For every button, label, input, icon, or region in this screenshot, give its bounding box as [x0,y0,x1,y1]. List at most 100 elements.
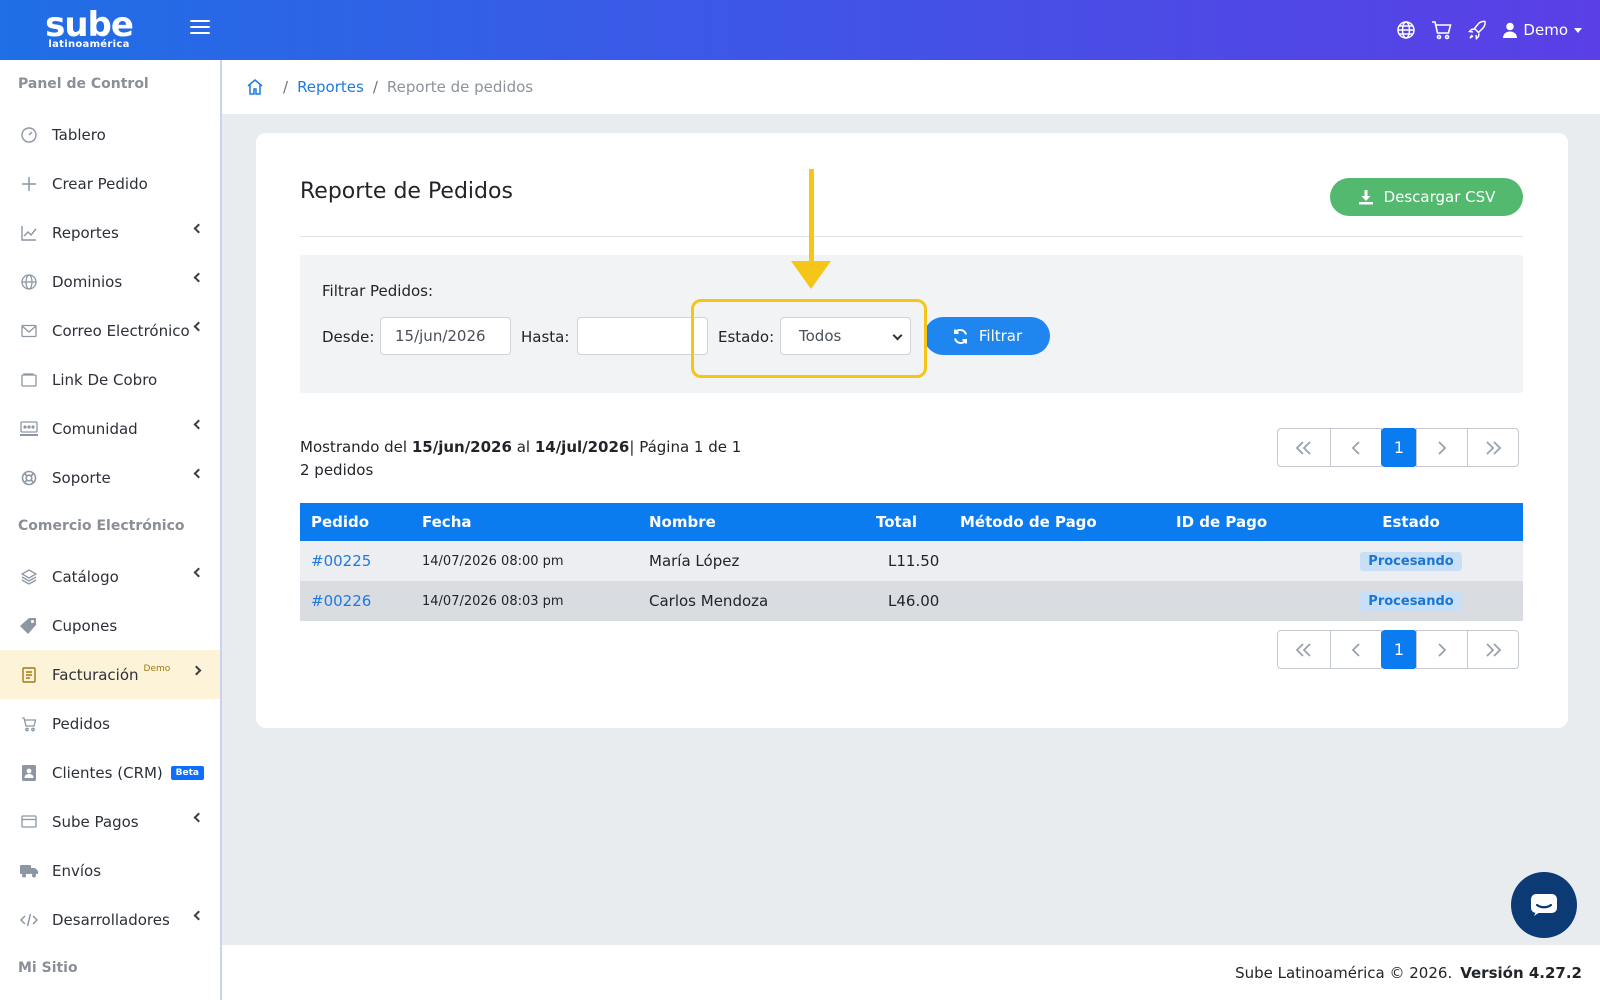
page-title: Reporte de Pedidos [300,179,513,204]
sidebar-item-tablero[interactable]: Tablero [0,110,220,159]
annotation-arrow [809,169,814,269]
last-page-button[interactable] [1467,428,1519,467]
sidebar-item-label: Correo Electrónico [52,321,190,340]
header-fecha[interactable]: Fecha [422,503,472,541]
sidebar-item-label: Comunidad [52,419,138,438]
header-pedido[interactable]: Pedido [311,503,369,541]
sidebar-item-label: Tablero [52,125,106,144]
header-id-pago[interactable]: ID de Pago [1176,503,1267,541]
sidebar-item-label: Desarrolladores [52,910,170,929]
cart-icon [20,715,38,733]
sidebar-item-cupones[interactable]: Cupones [0,601,220,650]
sidebar-item-facturacion[interactable]: Facturación Demo [0,650,220,699]
filter-title: Filtrar Pedidos: [322,282,434,300]
brand-logo[interactable]: sube latinoamérica [0,0,178,60]
sidebar-item-clientes[interactable]: Clientes (CRM) Beta [0,748,220,797]
sidebar-item-label: Clientes (CRM) [52,763,163,782]
sidebar-item-label: Facturación [52,665,139,684]
to-label: Hasta: [521,328,570,346]
last-page-button[interactable] [1467,630,1519,669]
layers-icon [20,568,38,586]
globe-icon [20,273,38,291]
pagination-bottom: 1 [1277,630,1519,669]
order-link[interactable]: #00226 [311,581,371,621]
prev-page-button[interactable] [1330,428,1382,467]
sidebar-item-link-cobro[interactable]: Link De Cobro [0,355,220,404]
status-cell: Procesando [1360,541,1462,581]
invoice-icon [20,666,38,684]
chevron-left-icon [193,223,204,234]
home-icon[interactable] [246,78,264,96]
sidebar-item-catalogo[interactable]: Catálogo [0,552,220,601]
page-1-button[interactable]: 1 [1381,428,1417,467]
top-right-actions: Demo [1395,0,1582,60]
first-page-button[interactable] [1277,428,1331,467]
code-icon [20,911,38,929]
refresh-icon [953,328,967,344]
sidebar-item-envios[interactable]: Envíos [0,846,220,895]
divider [300,236,1523,237]
sidebar-item-comunidad[interactable]: Comunidad [0,404,220,453]
sidebar-item-reportes[interactable]: Reportes [0,208,220,257]
page-1-button[interactable]: 1 [1381,630,1417,669]
brand-sub: latinoamérica [48,39,130,50]
header-total[interactable]: Total [876,503,917,541]
next-page-button[interactable] [1416,428,1468,467]
breadcrumb-reportes[interactable]: Reportes [297,78,364,96]
status-badge: Procesando [1360,591,1462,611]
sidebar-item-label: Cupones [52,616,118,635]
header-estado[interactable]: Estado [1363,503,1459,541]
table-header: Pedido Fecha Nombre Total Método de Pago… [300,503,1523,541]
chevron-left-icon [193,910,204,921]
chevron-left-icon [193,321,204,332]
first-page-button[interactable] [1277,630,1331,669]
table-row[interactable]: #00225 14/07/2026 08:00 pm María López L… [300,541,1523,581]
footer-copyright: Sube Latinoamérica © 2026. [1235,963,1453,982]
header-nombre[interactable]: Nombre [649,503,716,541]
sidebar-item-crear-pedido[interactable]: Crear Pedido [0,159,220,208]
footer: Sube Latinoamérica © 2026. Versión 4.27.… [222,945,1600,1000]
menu-toggle-icon[interactable] [190,20,210,38]
sidebar-item-desarrolladores[interactable]: Desarrolladores [0,895,220,944]
from-date-input[interactable]: 15/jun/2026 [380,317,511,355]
sidebar-item-soporte[interactable]: Soporte [0,453,220,502]
rocket-icon[interactable] [1467,19,1489,41]
sidebar-section-heading: Mi Sitio [18,960,78,976]
user-icon [1503,22,1518,38]
next-page-button[interactable] [1416,630,1468,669]
sidebar-item-label: Soporte [52,468,111,487]
highlight-annotation [691,299,927,378]
chevron-down-icon [191,665,202,676]
results-count: 2 pedidos [300,461,374,479]
globe-icon[interactable] [1395,19,1417,41]
download-csv-button[interactable]: Descargar CSV [1330,178,1523,216]
order-date: 14/07/2026 08:03 pm [422,593,564,609]
sidebar-item-pedidos[interactable]: Pedidos [0,699,220,748]
status-cell: Procesando [1360,581,1462,621]
report-card: Reporte de Pedidos Descargar CSV Filtrar… [256,133,1568,728]
user-menu[interactable]: Demo [1503,21,1582,39]
user-name: Demo [1523,21,1568,39]
footer-version: Versión 4.27.2 [1460,963,1582,982]
sidebar-item-sube-pagos[interactable]: Sube Pagos [0,797,220,846]
prev-page-button[interactable] [1330,630,1382,669]
cart-icon[interactable] [1431,19,1453,41]
chat-widget-button[interactable] [1511,872,1577,938]
sidebar-item-label: Envíos [52,861,102,880]
sidebar-item-dominios[interactable]: Dominios [0,257,220,306]
filter-button-label: Filtrar [978,327,1023,345]
sidebar-item-label: Link De Cobro [52,370,158,389]
results-summary: Mostrando del 15/jun/2026 al 14/jul/2026… [300,436,741,482]
order-total: L11.50 [888,552,940,570]
filter-button[interactable]: Filtrar [924,317,1050,355]
card-icon [20,813,38,831]
to-date-input[interactable] [577,317,708,355]
header-metodo-pago[interactable]: Método de Pago [960,503,1097,541]
status-badge: Procesando [1360,551,1462,571]
order-date: 14/07/2026 08:00 pm [422,553,564,569]
order-total: L46.00 [888,592,940,610]
order-link[interactable]: #00225 [311,541,371,581]
table-row[interactable]: #00226 14/07/2026 08:03 pm Carlos Mendoz… [300,581,1523,621]
sidebar-item-correo[interactable]: Correo Electrónico [0,306,220,355]
brand-name: sube [45,5,134,45]
